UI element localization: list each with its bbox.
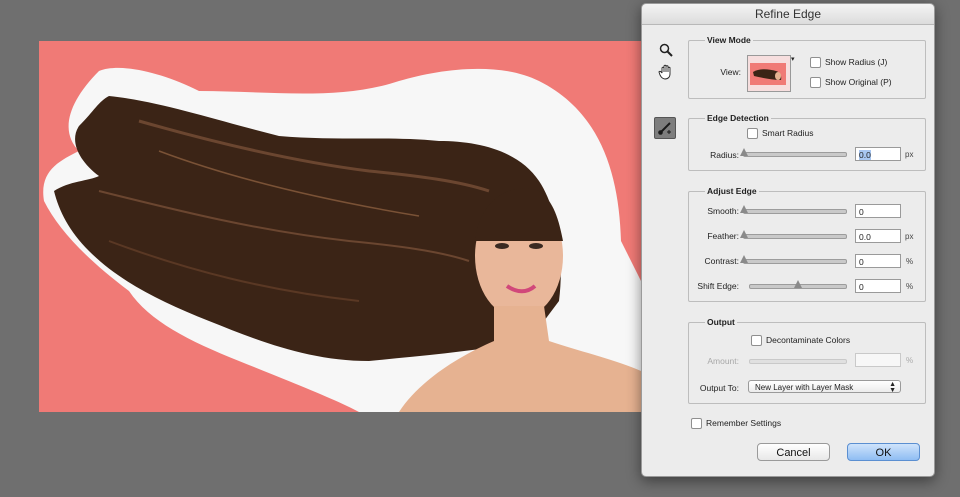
- smooth-slider[interactable]: [740, 205, 847, 214]
- radius-unit: px: [905, 150, 914, 159]
- contrast-unit: %: [906, 257, 914, 266]
- shift-edge-label: Shift Edge:: [697, 281, 739, 291]
- contrast-slider-thumb[interactable]: [740, 255, 748, 263]
- output-title: Output: [705, 317, 737, 327]
- view-mode-selector[interactable]: [747, 55, 791, 92]
- smooth-label: Smooth:: [707, 206, 739, 216]
- view-mode-group: View Mode View: ▾ Show Radius (J) Show O…: [688, 35, 926, 99]
- amount-input: [855, 353, 901, 367]
- contrast-input[interactable]: 0: [855, 254, 901, 268]
- smart-radius-label: Smart Radius: [762, 128, 814, 138]
- view-label: View:: [720, 67, 741, 77]
- edge-detection-title: Edge Detection: [705, 113, 771, 123]
- show-radius-checkbox[interactable]: [810, 57, 821, 68]
- ok-button[interactable]: OK: [847, 443, 920, 461]
- decontaminate-colors-checkbox[interactable]: [751, 335, 762, 346]
- feather-unit: px: [905, 232, 914, 241]
- shift-edge-slider[interactable]: [749, 280, 847, 289]
- output-to-value: New Layer with Layer Mask: [755, 383, 854, 392]
- select-arrows-icon: ▲ ▼: [889, 381, 896, 394]
- radius-slider-thumb[interactable]: [740, 148, 748, 156]
- edge-detection-group: Edge Detection Smart Radius Radius: 0.0 …: [688, 113, 926, 171]
- image-canvas[interactable]: [39, 41, 641, 412]
- smart-radius-checkbox[interactable]: [747, 128, 758, 139]
- adjust-edge-group: Adjust Edge Smooth: 0 Feather: 0.0 px Co…: [688, 186, 926, 302]
- refine-radius-brush-icon[interactable]: [654, 117, 676, 139]
- amount-label: Amount:: [707, 356, 739, 366]
- amount-slider: [749, 359, 847, 364]
- show-radius-label: Show Radius (J): [825, 57, 888, 67]
- feather-input[interactable]: 0.0: [855, 229, 901, 243]
- remember-settings-checkbox[interactable]: [691, 418, 702, 429]
- view-dropdown-icon[interactable]: ▾: [791, 55, 795, 63]
- dialog-title: Refine Edge: [642, 4, 934, 25]
- show-original-checkbox[interactable]: [810, 77, 821, 88]
- view-mode-title: View Mode: [705, 35, 753, 45]
- refine-edge-dialog: Refine Edge View Mode View: ▾ Show Radiu…: [641, 3, 935, 477]
- photo-preview: [43, 67, 641, 412]
- output-to-select[interactable]: New Layer with Layer Mask ▲ ▼: [748, 380, 901, 394]
- zoom-icon[interactable]: [656, 40, 676, 60]
- cancel-button[interactable]: Cancel: [757, 443, 830, 461]
- amount-unit: %: [906, 356, 914, 365]
- feather-slider[interactable]: [740, 230, 847, 239]
- shift-edge-slider-thumb[interactable]: [794, 280, 802, 288]
- shift-edge-input[interactable]: 0: [855, 279, 901, 293]
- decontaminate-colors-label: Decontaminate Colors: [766, 335, 851, 345]
- adjust-edge-title: Adjust Edge: [705, 186, 759, 196]
- remember-settings-label: Remember Settings: [706, 418, 782, 428]
- feather-slider-thumb[interactable]: [740, 230, 748, 238]
- show-original-label: Show Original (P): [825, 77, 892, 87]
- shift-edge-unit: %: [906, 282, 914, 291]
- radius-input[interactable]: 0.0: [855, 147, 901, 161]
- output-to-label: Output To:: [699, 383, 739, 393]
- radius-value: 0.0: [859, 150, 871, 160]
- feather-label: Feather:: [707, 231, 739, 241]
- radius-slider[interactable]: [740, 148, 847, 157]
- smooth-slider-thumb[interactable]: [740, 205, 748, 213]
- smooth-input[interactable]: 0: [855, 204, 901, 218]
- contrast-slider[interactable]: [740, 255, 847, 264]
- contrast-label: Contrast:: [704, 256, 740, 266]
- output-group: Output Decontaminate Colors Amount: % Ou…: [688, 317, 926, 404]
- radius-label: Radius:: [710, 150, 739, 160]
